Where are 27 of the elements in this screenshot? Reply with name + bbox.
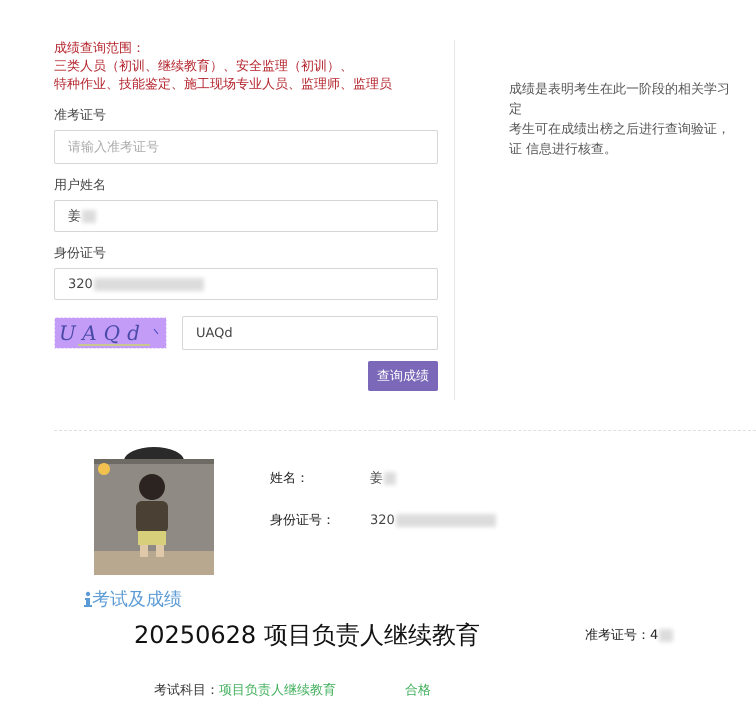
info-value: 姜 [370, 470, 383, 487]
input-field[interactable]: 320 [54, 268, 438, 300]
ticket-value: 4 [650, 628, 658, 642]
field-label: 准考证号 [54, 107, 107, 124]
captcha-field[interactable]: UAQd [182, 316, 438, 350]
info-icon [84, 591, 92, 607]
field-label: 用户姓名 [54, 177, 107, 194]
info-value: 320 [370, 512, 395, 528]
info-label: 身份证号： [270, 512, 336, 529]
notice-text: 考生可在成绩出榜之后进行查询验证， [509, 121, 731, 139]
notice-text: 定 [509, 101, 523, 119]
subject-label: 考试科目： [154, 682, 219, 699]
info-label: 姓名： [270, 470, 310, 487]
ticket-label: 准考证号： [585, 627, 650, 644]
notice-text: 证 信息进行核查。 [509, 141, 618, 159]
scope-title: 成绩查询范围： [54, 40, 146, 58]
subject-name: 项目负责人继续教育 [219, 682, 337, 699]
query-button[interactable]: 查询成绩 [368, 361, 438, 391]
section-heading: 考试及成绩 [92, 588, 182, 611]
field-label: 身份证号 [54, 245, 107, 262]
scope-text: 特种作业、技能鉴定、施工现场专业人员、监理师、监理员 [54, 76, 393, 94]
input-field[interactable]: 姜 [54, 200, 438, 232]
scope-text: 三类人员（初训、继续教育）、安全监理（初训）、 [54, 58, 354, 76]
notice-text: 成绩是表明考生在此一阶段的相关学习 [509, 81, 731, 99]
result-status: 合格 [405, 682, 431, 699]
input-field[interactable]: 请输入准考证号 [54, 130, 438, 164]
exam-title: 20250628 项目负责人继续教育 [134, 620, 481, 651]
